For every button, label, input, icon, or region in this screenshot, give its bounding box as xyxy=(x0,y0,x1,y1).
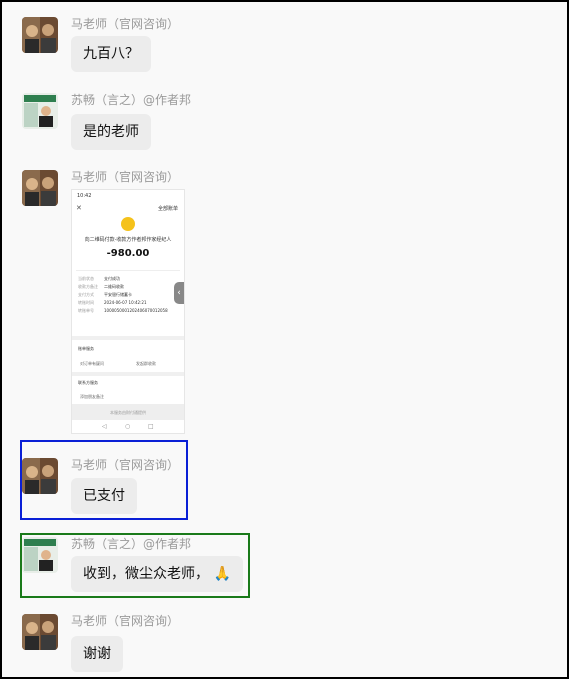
footer-text: 本服务由财付通提供 xyxy=(110,410,146,415)
row-value: 1000050001202406070012058 xyxy=(104,308,168,313)
payment-screenshot-image[interactable]: 10:42 ✕ 全部账单 向二维码付款-收款方作者邦作家经纪人 -980.00 … xyxy=(71,189,185,434)
message-bubble[interactable]: 是的老师 xyxy=(71,114,151,150)
all-bills-link: 全部账单 xyxy=(157,206,178,212)
row-value: 支付成功 xyxy=(104,276,120,281)
avatar[interactable] xyxy=(22,170,58,206)
merchant-name: 向二维码付款-收款方作者邦作家经纪人 xyxy=(84,237,172,243)
option: 发起群收款 xyxy=(136,361,156,366)
highlight-box-green xyxy=(20,533,250,598)
row-value: 2024-06-07 10:42:21 xyxy=(104,300,147,305)
option: 添加朋友备注 xyxy=(80,394,104,399)
section-title: 账单服务 xyxy=(78,346,94,351)
row-value: 二维码收款 xyxy=(104,284,124,289)
row-label: 收款方备注 xyxy=(78,284,98,289)
row-label: 支付方式 xyxy=(78,292,94,297)
row-label: 当前状态 xyxy=(78,276,94,281)
avatar[interactable] xyxy=(22,17,58,53)
divider xyxy=(76,270,180,271)
message-bubble[interactable]: 谢谢 xyxy=(71,636,123,672)
section-gap xyxy=(72,336,184,340)
status-time: 10:42 xyxy=(77,193,92,199)
chat-window: 马老师（官网咨询） 九百八？ 苏畅（言之）@作者邦 是的老师 马老师（官网咨询）… xyxy=(0,0,569,679)
back-nav-icon: ◁ xyxy=(102,423,107,430)
message-bubble[interactable]: 九百八？ xyxy=(71,36,151,72)
option: 对订单有疑问 xyxy=(80,361,104,366)
close-icon: ✕ xyxy=(76,204,82,212)
section-gap xyxy=(72,372,184,376)
side-handle-icon: ‹ xyxy=(174,282,184,304)
sender-name: 苏畅（言之）@作者邦 xyxy=(71,93,192,107)
avatar[interactable] xyxy=(22,93,58,129)
merchant-logo-icon xyxy=(121,217,135,231)
row-label: 转账时间 xyxy=(78,300,94,305)
home-nav-icon: ○ xyxy=(125,423,131,430)
sender-name: 马老师（官网咨询） xyxy=(71,614,180,628)
recent-nav-icon: □ xyxy=(148,423,154,430)
avatar[interactable] xyxy=(22,614,58,650)
sender-name: 马老师（官网咨询） xyxy=(71,170,180,184)
highlight-box-blue xyxy=(20,440,188,520)
sender-name: 马老师（官网咨询） xyxy=(71,17,180,31)
section-title: 联系方服务 xyxy=(78,380,98,385)
row-label: 转账单号 xyxy=(78,308,94,313)
row-value: 平安银行储蓄卡 xyxy=(104,292,132,297)
payment-amount: -980.00 xyxy=(106,248,150,259)
